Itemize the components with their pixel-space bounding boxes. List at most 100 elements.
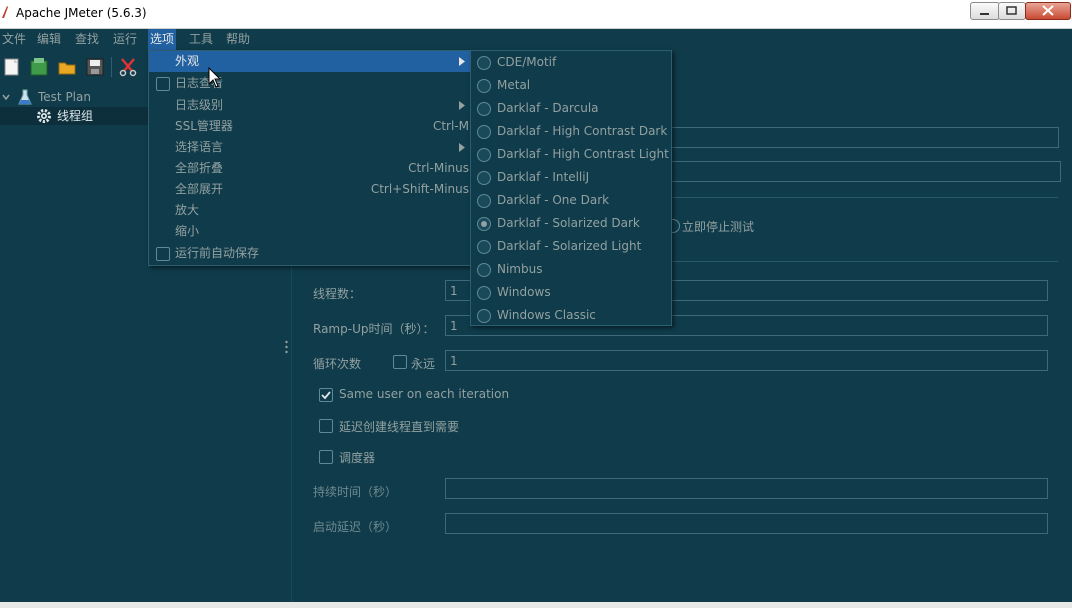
- forever-label: 永远: [411, 357, 436, 371]
- chevron-down-icon[interactable]: [2, 93, 10, 101]
- menu-tools[interactable]: 工具: [187, 29, 215, 51]
- submenu-arrow-icon: [459, 57, 465, 66]
- menu-item-log-level[interactable]: 日志级别: [149, 95, 471, 116]
- laf-intellij[interactable]: Darklaf - IntelliJ: [471, 166, 671, 189]
- thread-count-label: 线程数：: [313, 287, 362, 301]
- flask-icon: [18, 89, 32, 105]
- startup-delay-input[interactable]: [445, 513, 1048, 534]
- menu-item-label: SSL管理器: [175, 119, 233, 133]
- menu-item-ssl-manager[interactable]: SSL管理器 Ctrl-M: [149, 116, 471, 137]
- menu-help[interactable]: 帮助: [224, 29, 252, 51]
- radio-icon: [477, 309, 491, 323]
- scheduler-checkbox[interactable]: [319, 450, 333, 464]
- open-folder-icon[interactable]: [57, 57, 77, 77]
- laf-label: Darklaf - One Dark: [497, 193, 610, 207]
- templates-icon[interactable]: [29, 57, 49, 77]
- cut-icon[interactable]: [118, 57, 138, 77]
- laf-label: Darklaf - Solarized Light: [497, 239, 642, 253]
- menu-item-zoom-out[interactable]: 缩小: [149, 221, 471, 242]
- tree-node-label: 线程组: [57, 109, 94, 123]
- startup-delay-label: 启动延迟（秒）: [313, 520, 398, 534]
- laf-label: Darklaf - High Contrast Dark: [497, 124, 668, 138]
- new-file-icon[interactable]: [2, 57, 22, 77]
- laf-high-contrast-light[interactable]: Darklaf - High Contrast Light: [471, 143, 671, 166]
- radio-icon: [477, 79, 491, 93]
- loop-count-input[interactable]: 1: [445, 350, 1048, 371]
- minimize-icon: [980, 13, 989, 15]
- radio-icon: [477, 125, 491, 139]
- menu-item-label: 全部折叠: [175, 161, 224, 175]
- laf-darcula[interactable]: Darklaf - Darcula: [471, 97, 671, 120]
- radio-icon: [477, 240, 491, 254]
- delay-create-label: 延迟创建线程直到需要: [339, 420, 460, 434]
- menu-file[interactable]: 文件: [0, 29, 28, 51]
- log-viewer-checkbox[interactable]: [156, 77, 170, 91]
- scheduler-label: 调度器: [339, 451, 376, 465]
- window-title: Apache JMeter (5.6.3): [16, 6, 147, 20]
- tree-node-label: Test Plan: [38, 90, 91, 104]
- menu-item-look-and-feel[interactable]: 外观: [149, 51, 471, 72]
- menu-item-log-viewer[interactable]: 日志查看: [149, 73, 471, 94]
- menu-item-label: 缩小: [175, 224, 200, 238]
- laf-label: Darklaf - IntelliJ: [497, 170, 590, 184]
- laf-windows-classic[interactable]: Windows Classic: [471, 304, 671, 327]
- laf-label: Windows: [497, 285, 551, 299]
- laf-high-contrast-dark[interactable]: Darklaf - High Contrast Dark: [471, 120, 671, 143]
- name-field[interactable]: [670, 127, 1059, 148]
- radio-icon: [477, 56, 491, 70]
- laf-cde-motif[interactable]: CDE/Motif: [471, 51, 671, 74]
- forever-checkbox[interactable]: [393, 355, 407, 369]
- menu-edit[interactable]: 编辑: [35, 29, 63, 51]
- mouse-cursor-icon: [208, 67, 222, 88]
- radio-selected-icon: [477, 217, 491, 231]
- laf-label: Darklaf - Solarized Dark: [497, 216, 640, 230]
- section-divider: [670, 197, 1058, 198]
- menu-item-zoom-in[interactable]: 放大: [149, 200, 471, 221]
- radio-icon: [477, 286, 491, 300]
- menu-item-shortcut: Ctrl-Minus: [408, 161, 469, 175]
- tree-node-thread-group[interactable]: 线程组: [0, 107, 148, 125]
- laf-solarized-light[interactable]: Darklaf - Solarized Light: [471, 235, 671, 258]
- menu-item-choose-language[interactable]: 选择语言: [149, 137, 471, 158]
- laf-nimbus[interactable]: Nimbus: [471, 258, 671, 281]
- menu-bar: 文件 编辑 查找 运行 选项 工具 帮助: [0, 29, 1072, 51]
- menu-search[interactable]: 查找: [73, 29, 101, 51]
- toolbar-separator: [111, 57, 112, 77]
- toolbar: [0, 52, 148, 82]
- menu-item-shortcut: Ctrl-M: [432, 119, 469, 133]
- menu-item-label: 全部展开: [175, 182, 224, 196]
- radio-icon: [477, 263, 491, 277]
- menu-item-expand-all[interactable]: 全部展开 Ctrl+Shift-Minus: [149, 179, 471, 200]
- laf-windows[interactable]: Windows: [471, 281, 671, 304]
- menu-options[interactable]: 选项: [148, 29, 177, 51]
- menu-item-collapse-all[interactable]: 全部折叠 Ctrl-Minus: [149, 158, 471, 179]
- maximize-icon: [1006, 6, 1017, 15]
- laf-one-dark[interactable]: Darklaf - One Dark: [471, 189, 671, 212]
- same-user-checkbox[interactable]: [319, 388, 333, 402]
- laf-label: CDE/Motif: [497, 55, 557, 69]
- comments-field[interactable]: [670, 161, 1061, 182]
- radio-icon: [477, 148, 491, 162]
- save-icon[interactable]: [85, 57, 105, 77]
- laf-label: Nimbus: [497, 262, 543, 276]
- laf-label: Darklaf - High Contrast Light: [497, 147, 669, 161]
- window-bottom-edge: [0, 602, 1072, 608]
- menu-run[interactable]: 运行: [111, 29, 139, 51]
- submenu-arrow-icon: [459, 101, 465, 110]
- maximize-button[interactable]: [998, 2, 1026, 20]
- laf-label: Metal: [497, 78, 531, 92]
- tree-node-test-plan[interactable]: Test Plan: [0, 88, 148, 106]
- submenu-arrow-icon: [459, 143, 465, 152]
- minimize-button[interactable]: [970, 2, 1000, 20]
- delay-create-checkbox[interactable]: [319, 419, 333, 433]
- loop-count-label: 循环次数: [313, 357, 362, 371]
- menu-item-auto-save[interactable]: 运行前自动保存: [149, 243, 471, 264]
- test-plan-tree: Test Plan 线程组: [0, 82, 148, 602]
- menu-item-label: 外观: [175, 54, 200, 68]
- laf-solarized-dark[interactable]: Darklaf - Solarized Dark: [471, 212, 671, 235]
- laf-label: Windows Classic: [497, 308, 596, 322]
- duration-input[interactable]: [445, 478, 1048, 499]
- auto-save-checkbox[interactable]: [156, 247, 170, 261]
- laf-metal[interactable]: Metal: [471, 74, 671, 97]
- close-button[interactable]: [1025, 2, 1071, 20]
